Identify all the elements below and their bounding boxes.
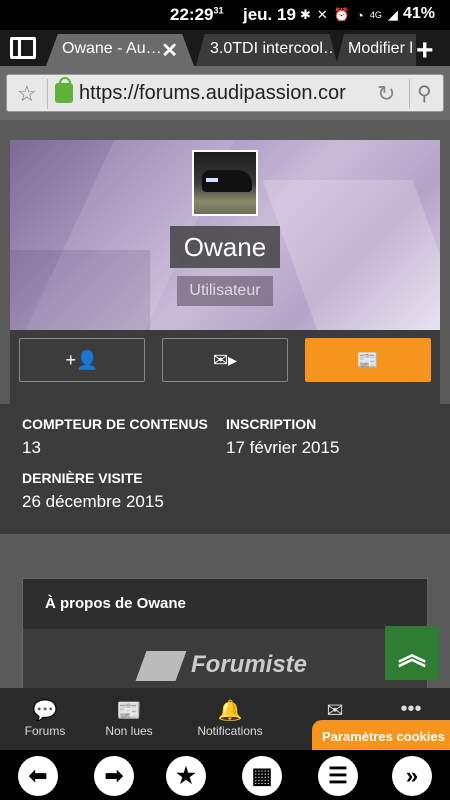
joined-label: INSCRIPTION [226, 416, 317, 432]
nav-label: Non lues [105, 724, 153, 738]
bookmark-star-icon[interactable]: ☆ [17, 81, 37, 107]
favorites-star-icon[interactable]: ★ [166, 756, 206, 796]
tab-intercooler[interactable]: 3.0TDI intercool… [196, 34, 338, 66]
tab-owane[interactable]: Owane - Au… ✕ [46, 34, 194, 66]
divider [409, 79, 410, 109]
tab-label: Modifier l [348, 40, 413, 57]
envelope-send-icon: ✉▸ [212, 349, 238, 370]
nav-unread[interactable]: 📰 Non lues [84, 698, 174, 738]
follow-button[interactable]: +👤 [19, 338, 145, 382]
lock-icon [55, 77, 73, 103]
bell-icon: 🔔 [217, 700, 243, 722]
about-title: À propos de Owane [23, 579, 427, 629]
status-bar: 22:2931 jeu. 19 ✱ ✕ ⏰ ◔ 4G ◢ 41% [0, 0, 450, 30]
last-visit-label: DERNIÈRE VISITE [22, 470, 143, 486]
page-content: Owane Utilisateur +👤 ✉▸ 📰 COMPTEUR DE CO… [0, 120, 450, 698]
tab-modifier[interactable]: Modifier l [336, 34, 416, 66]
profile-actions: +👤 ✉▸ 📰 [10, 338, 440, 384]
bluetooth-icon: ✱ [300, 7, 311, 22]
status-date: jeu. 19 [243, 5, 296, 24]
forward-arrow-icon[interactable]: ➡ [94, 756, 134, 796]
tab-switcher-icon[interactable] [10, 37, 36, 59]
content-count-value: 13 [22, 438, 41, 457]
status-icons: ✱ ✕ ⏰ ◔ 4G ◢ [300, 7, 398, 23]
search-icon[interactable]: ⚲ [417, 81, 432, 106]
double-chevron-right-icon[interactable]: » [392, 756, 432, 796]
back-arrow-icon[interactable]: ⬅ [18, 756, 58, 796]
cover-facet [10, 250, 150, 330]
divider [47, 79, 48, 109]
signal-icon: ◢ [387, 7, 398, 22]
last-visit-value: 26 décembre 2015 [22, 492, 164, 511]
cover-facet [262, 180, 440, 330]
message-button[interactable]: ✉▸ [162, 338, 288, 382]
reload-icon[interactable]: ↻ [377, 81, 395, 107]
nav-label: Notifications [197, 724, 263, 738]
url-text[interactable]: https://forums.audipassion.cor [79, 82, 373, 105]
newspaper-icon: 📰 [116, 700, 142, 722]
tab-label: Owane - Au… [62, 40, 162, 57]
profile-username: Owane [170, 226, 280, 268]
content-button[interactable]: 📰 [305, 338, 431, 382]
chat-bubbles-icon: 💬 [32, 700, 58, 722]
profile-stats: COMPTEUR DE CONTENUS 13 INSCRIPTION 17 f… [0, 404, 450, 534]
tab-label: 3.0TDI intercool… [210, 40, 338, 57]
profile-role-badge: Utilisateur [177, 276, 273, 306]
avatar[interactable] [192, 150, 258, 216]
status-time: 22:2931 [170, 5, 224, 24]
mute-icon: ✕ [316, 7, 328, 22]
forumiste-badge: Forumiste [135, 649, 321, 689]
url-bar: ☆ https://forums.audipassion.cor ↻ ⚲ [0, 66, 450, 120]
network-label: 4G [369, 10, 382, 20]
menu-list-icon[interactable]: ☰ [318, 756, 358, 796]
forumiste-text: Forumiste [191, 651, 308, 678]
joined-value: 17 février 2015 [226, 438, 340, 457]
cookie-settings-button[interactable]: Paramètres cookies [312, 720, 450, 752]
avatar-headlight [206, 178, 218, 182]
browser-toolbar: ⬅ ➡ ★ ▦ ☰ » [0, 750, 450, 800]
battery-level: 41% [403, 5, 436, 22]
alarm-icon: ⏰ [333, 7, 350, 22]
address-box[interactable]: ☆ https://forums.audipassion.cor ↻ ⚲ [6, 74, 444, 112]
about-section: À propos de Owane Forumiste [22, 578, 428, 698]
content-count-label: COMPTEUR DE CONTENUS [22, 416, 208, 432]
close-tab-icon[interactable]: ✕ [161, 38, 178, 63]
forumiste-logo-icon [135, 651, 187, 681]
new-tab-icon[interactable]: + [416, 34, 434, 68]
tab-bar: Owane - Au… ✕ 3.0TDI intercool… Modifier… [0, 30, 450, 66]
newspaper-icon: 📰 [356, 349, 380, 370]
nav-label: Forums [24, 724, 66, 738]
add-user-icon: +👤 [65, 349, 99, 370]
nav-forums[interactable]: 💬 Forums [0, 698, 90, 738]
double-chevron-up-icon: ︽ [397, 639, 426, 670]
wifi-icon: ◔ [356, 7, 364, 23]
calendar-icon[interactable]: ▦ [242, 756, 282, 796]
scroll-to-top-button[interactable]: ︽ [385, 626, 439, 680]
nav-notifications[interactable]: 🔔 Notifications [185, 698, 275, 738]
